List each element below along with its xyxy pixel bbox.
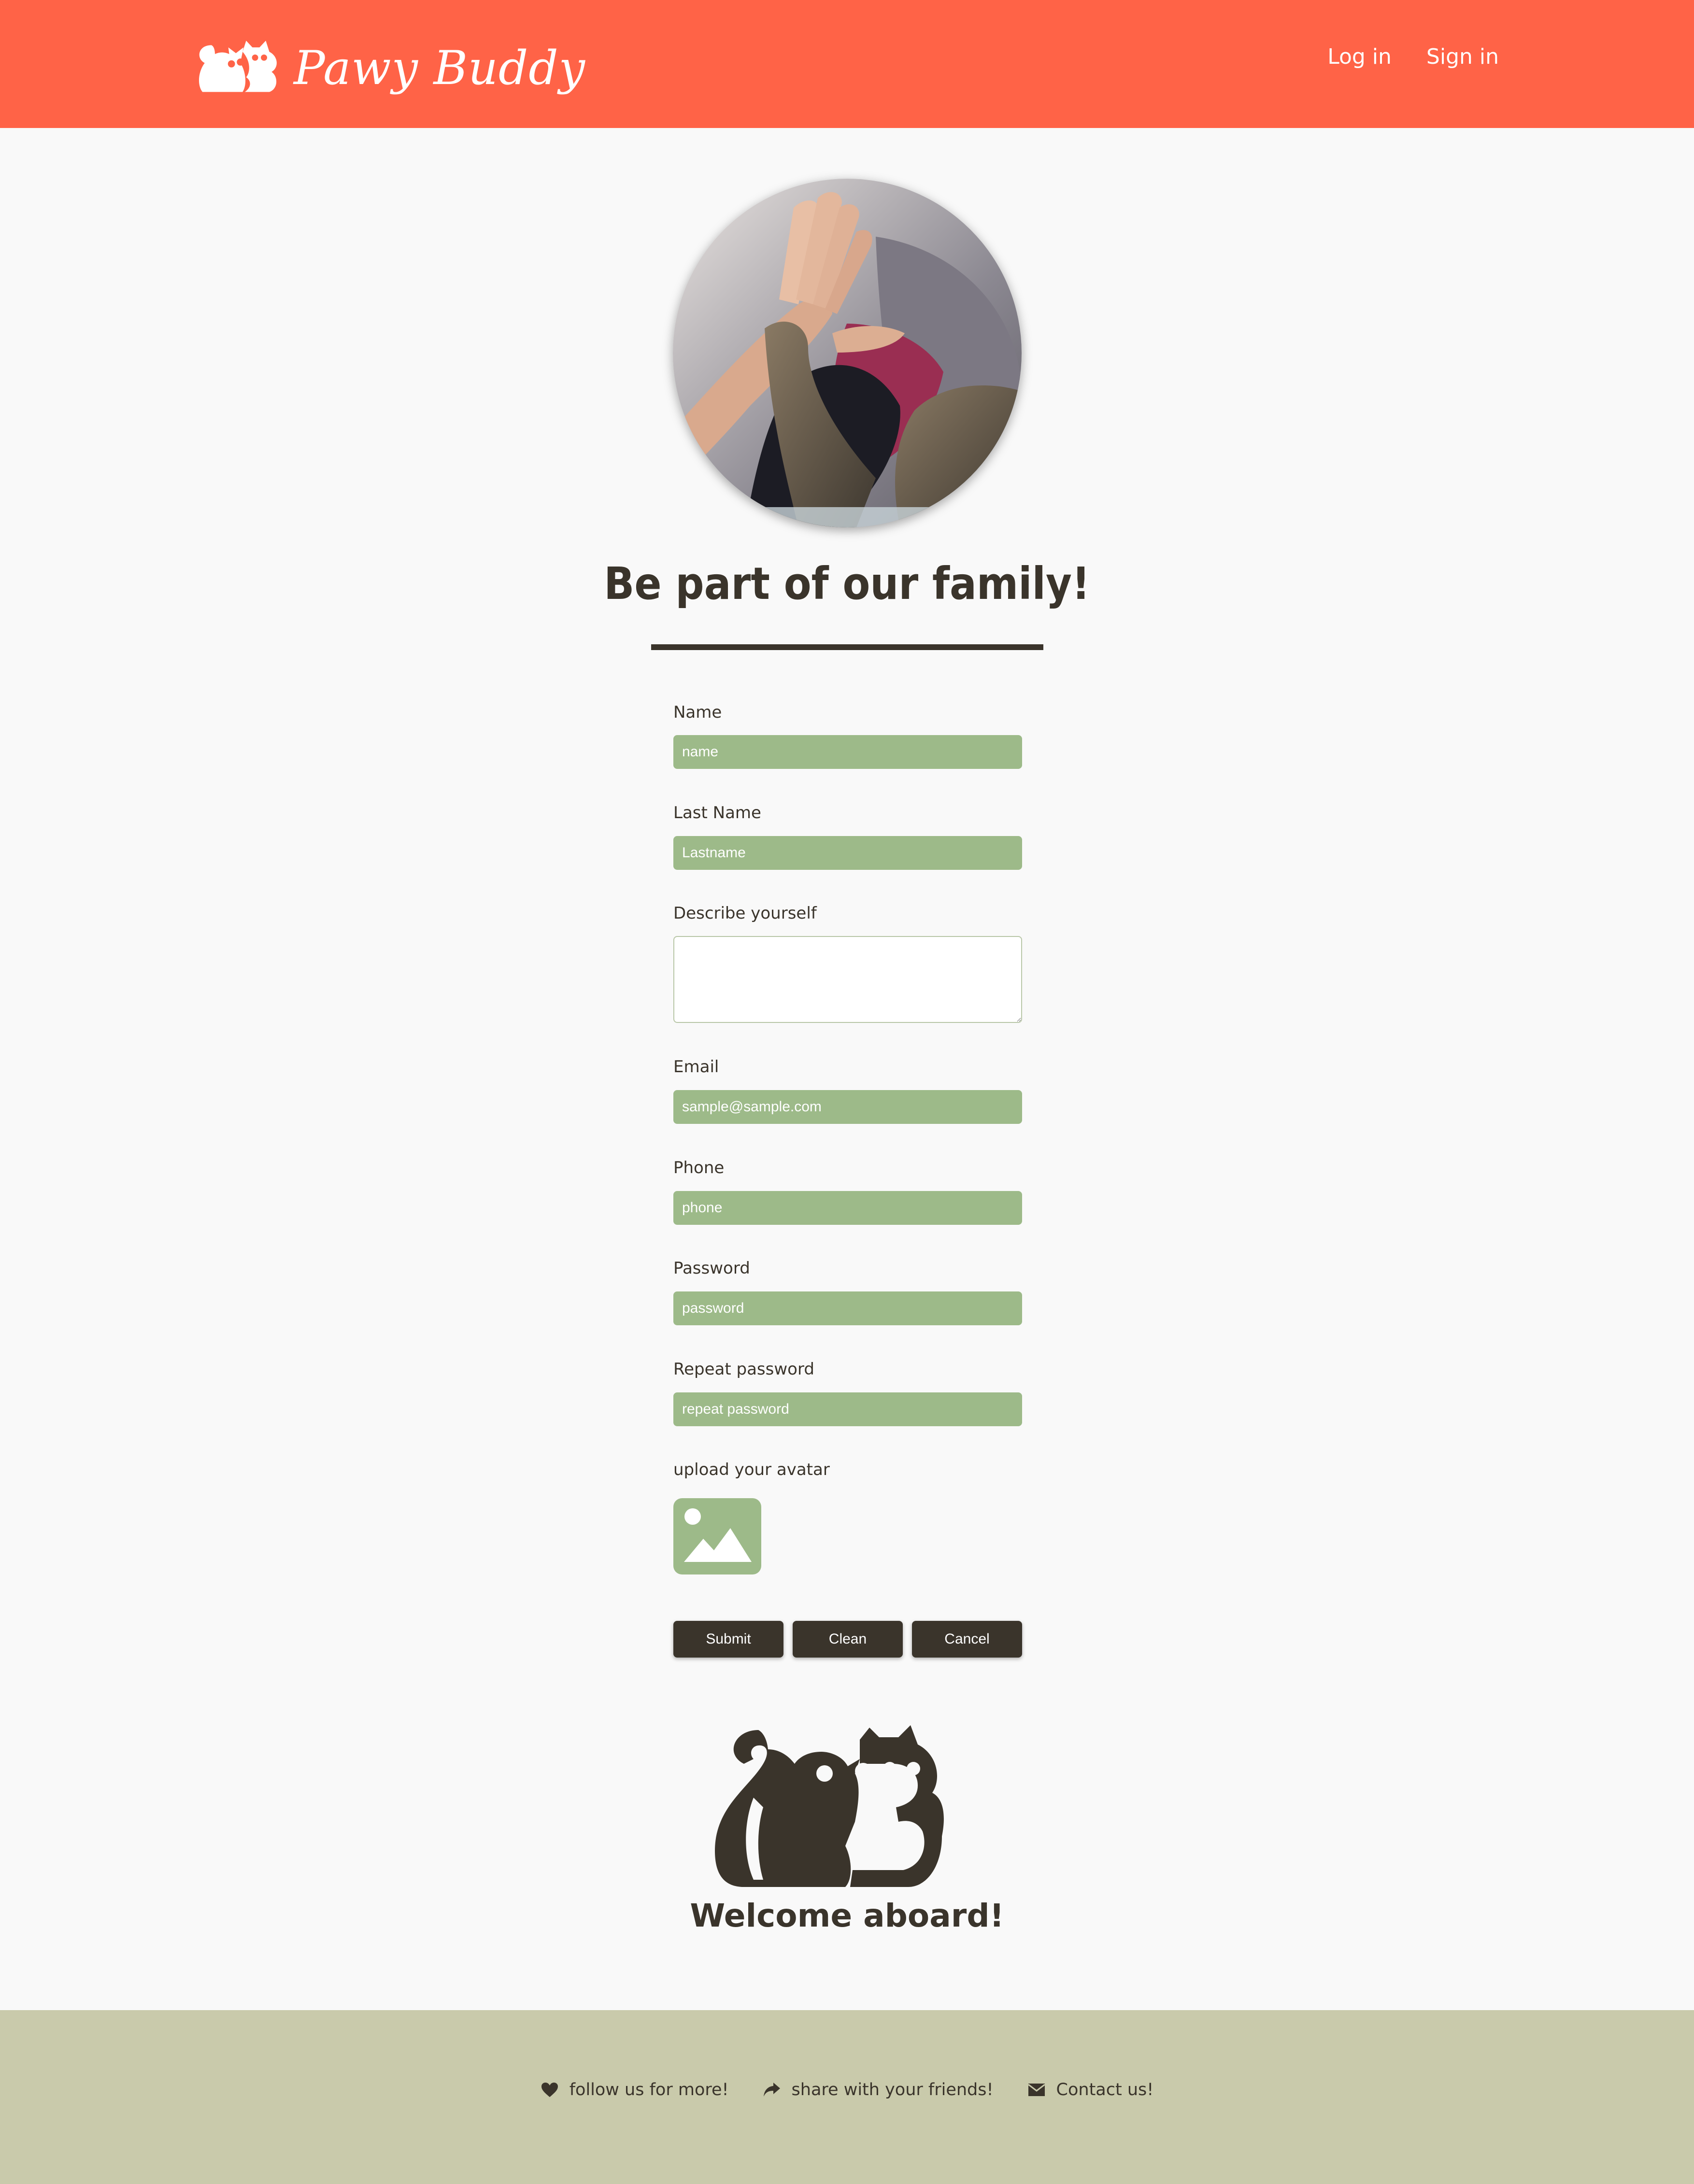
site-footer: follow us for more! share with your frie…	[0, 2010, 1694, 2184]
cancel-button[interactable]: Cancel	[912, 1621, 1022, 1658]
password-input[interactable]	[673, 1291, 1022, 1325]
email-input[interactable]	[673, 1090, 1022, 1124]
phone-label: Phone	[673, 1158, 725, 1177]
phone-input[interactable]	[673, 1191, 1022, 1225]
image-icon[interactable]	[673, 1498, 761, 1574]
repeat-password-label: Repeat password	[673, 1360, 814, 1379]
share-icon	[763, 2083, 780, 2097]
name-input[interactable]	[673, 735, 1022, 769]
heart-icon	[541, 2083, 558, 2097]
lastname-label: Last Name	[673, 803, 761, 823]
clean-button[interactable]: Clean	[793, 1621, 903, 1658]
brand-logo[interactable]: Pawy Buddy	[193, 22, 585, 109]
follow-link[interactable]: follow us for more!	[541, 2080, 729, 2099]
submit-button[interactable]: Submit	[673, 1621, 783, 1658]
describe-label: Describe yourself	[673, 904, 817, 923]
share-link-label: share with your friends!	[791, 2080, 994, 2099]
contact-link-label: Contact us!	[1056, 2080, 1154, 2099]
email-label: Email	[673, 1057, 719, 1077]
share-link[interactable]: share with your friends!	[763, 2080, 994, 2099]
welcome-text: Welcome aboard!	[690, 1897, 1004, 1934]
avatar-label: upload your avatar	[673, 1460, 830, 1479]
footer-links: follow us for more! share with your frie…	[0, 2080, 1694, 2099]
lastname-input[interactable]	[673, 836, 1022, 870]
password-label: Password	[673, 1259, 750, 1278]
brand-name: Pawy Buddy	[294, 41, 585, 95]
repeat-password-input[interactable]	[673, 1392, 1022, 1426]
describe-textarea[interactable]	[673, 936, 1022, 1023]
site-header: Pawy Buddy Log in Sign in	[0, 0, 1694, 128]
envelope-icon	[1027, 2084, 1045, 2096]
contact-link[interactable]: Contact us!	[1027, 2080, 1154, 2099]
follow-link-label: follow us for more!	[569, 2080, 729, 2099]
hero-image	[673, 179, 1022, 527]
login-link[interactable]: Log in	[1327, 44, 1392, 69]
name-label: Name	[673, 703, 722, 722]
signin-link[interactable]: Sign in	[1426, 44, 1499, 69]
cats-logo-icon	[199, 41, 277, 92]
cats-logo-icon	[715, 1725, 980, 1889]
page-title: Be part of our family!	[604, 558, 1090, 610]
header-nav: Log in Sign in	[1327, 44, 1499, 69]
title-divider	[651, 644, 1043, 650]
